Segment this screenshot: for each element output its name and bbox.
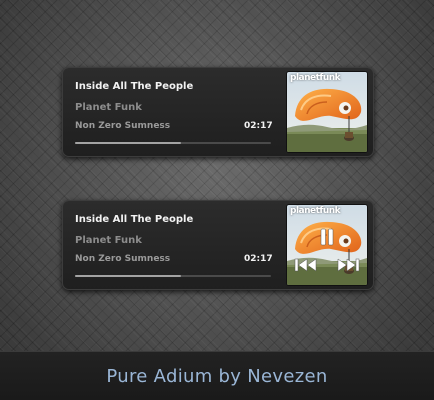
album-name: Non Zero Sumness [75,121,171,131]
artist-name: Planet Funk [75,102,142,113]
music-player-widget-hover: Inside All The People Planet Funk Non Ze… [62,200,374,290]
progress-bar[interactable] [75,142,271,144]
album-cover[interactable]: planetfunk [287,205,367,285]
artist-name: Planet Funk [75,235,142,246]
previous-icon [294,258,317,272]
track-title: Inside All The People [75,214,194,225]
cover-brand-text: planetfunk [290,73,341,83]
cover-brand-text: planetfunk [290,206,341,216]
footer-caption: Pure Adium by Nevezen [106,365,328,387]
pause-button[interactable] [317,227,337,247]
footer-bar: Pure Adium by Nevezen [0,352,434,400]
track-title: Inside All The People [75,81,194,92]
previous-button[interactable] [293,257,319,273]
music-player-widget: Inside All The People Planet Funk Non Ze… [62,67,374,157]
elapsed-time: 02:17 [244,121,273,131]
progress-bar[interactable] [75,275,271,277]
pause-icon [320,228,334,246]
progress-fill [75,275,181,277]
progress-fill [75,142,181,144]
album-art-image [287,72,367,152]
album-cover[interactable]: planetfunk [287,72,367,152]
elapsed-time: 02:17 [244,254,273,264]
next-icon [337,258,360,272]
next-button[interactable] [335,257,361,273]
album-name: Non Zero Sumness [75,254,171,264]
